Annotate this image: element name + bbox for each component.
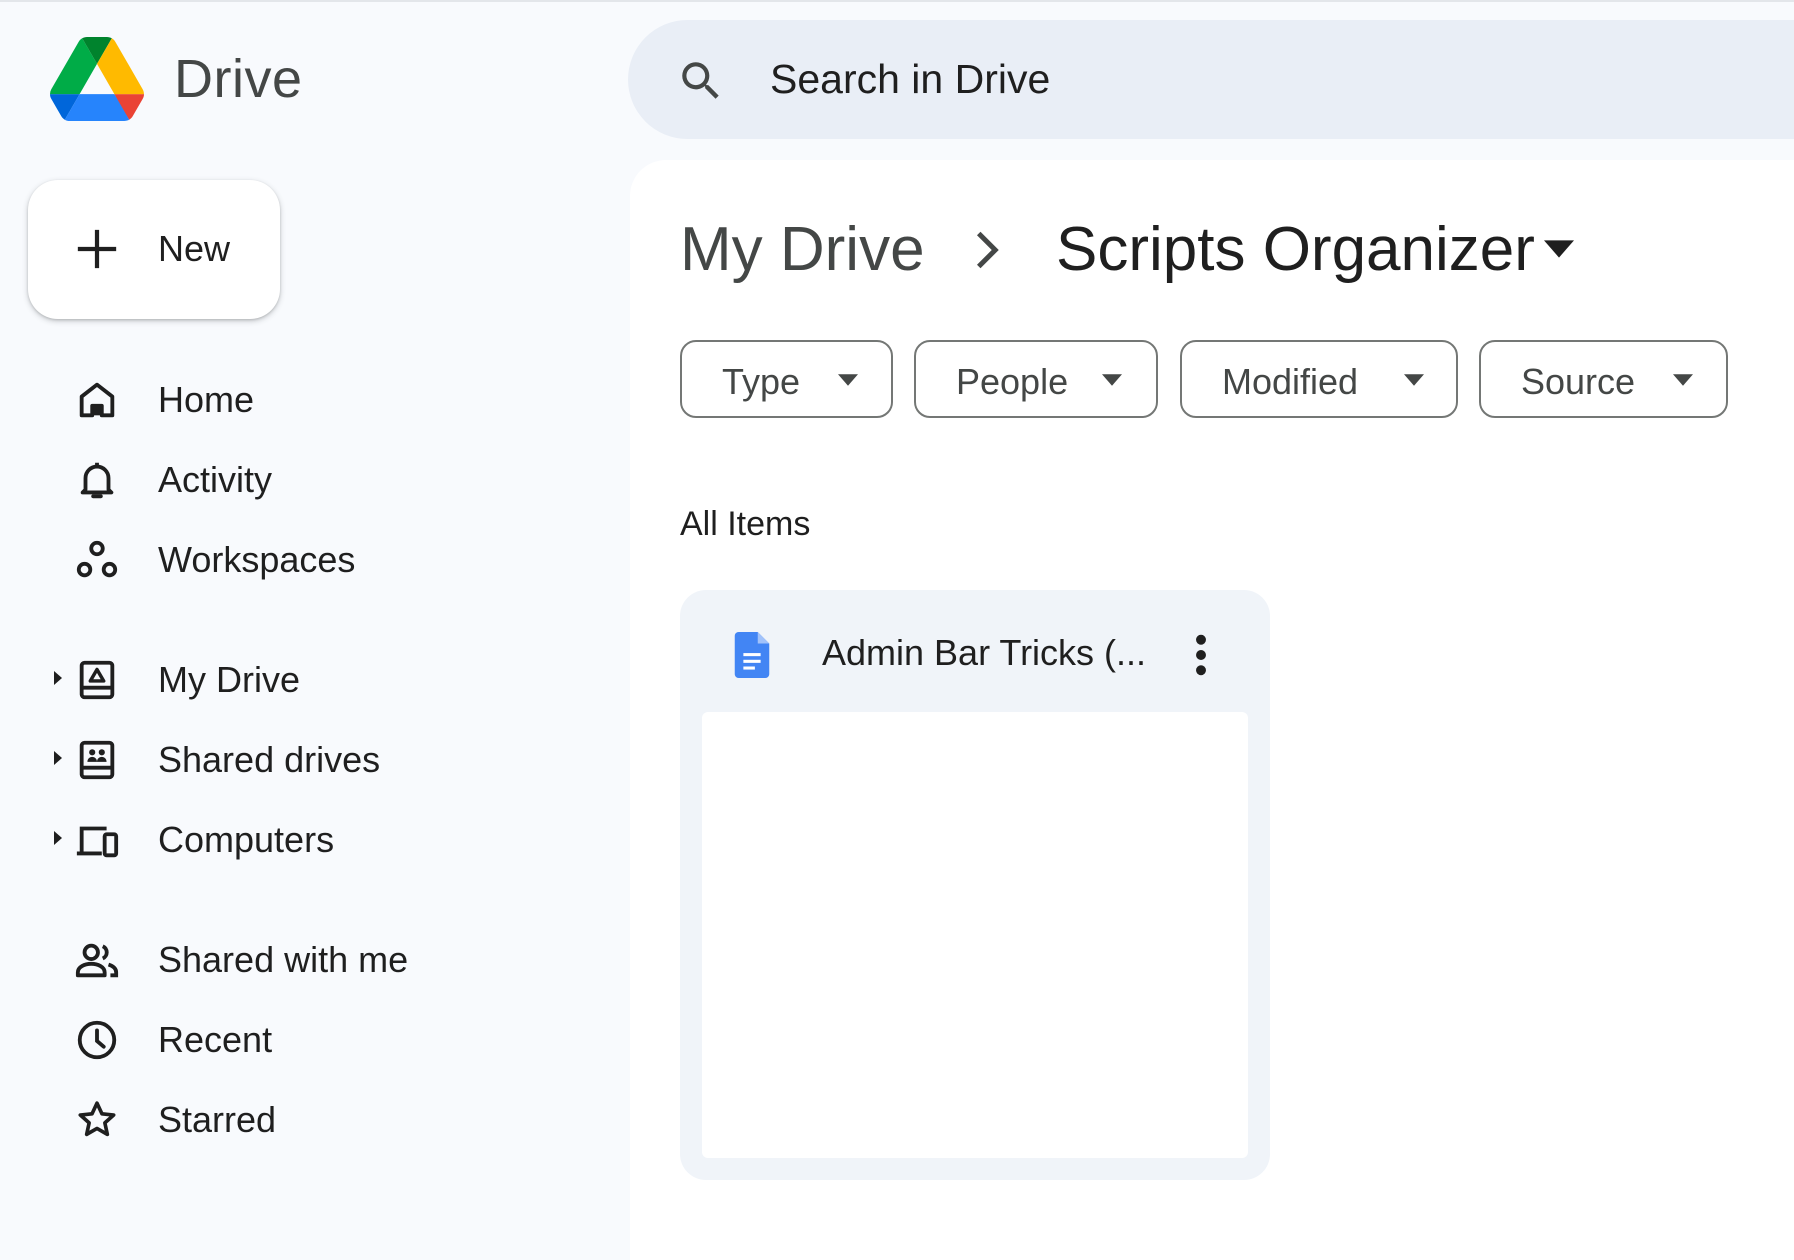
filter-label: People <box>956 361 1069 402</box>
sidebar-item-label: My Drive <box>158 659 300 700</box>
sidebar-item-home[interactable]: Home <box>0 362 590 436</box>
sidebar-item-label: Starred <box>158 1099 277 1140</box>
clock-icon <box>77 1020 117 1060</box>
sidebar-item-shared-with-me[interactable]: Shared with me <box>0 922 590 996</box>
sidebar-item-computers[interactable]: Computers <box>0 802 590 876</box>
search-input[interactable]: Search in Drive <box>770 56 1050 103</box>
sidebar-item-activity[interactable]: Activity <box>0 442 590 516</box>
file-thumbnail[interactable] <box>702 712 1248 1158</box>
caret-down-icon <box>838 374 858 386</box>
filter-type-chip[interactable]: Type <box>680 340 893 418</box>
breadcrumb-root[interactable]: My Drive <box>680 214 925 285</box>
expand-arrow-icon[interactable] <box>48 748 68 768</box>
sidebar-item-label: Recent <box>158 1019 273 1060</box>
sidebar-item-label: Home <box>158 379 255 420</box>
workspaces-icon <box>76 540 118 578</box>
filter-label: Source <box>1521 361 1636 402</box>
plus-icon <box>77 229 117 269</box>
my-drive-icon <box>79 660 115 700</box>
breadcrumb-current[interactable]: Scripts Organizer <box>1056 214 1535 285</box>
expand-arrow-icon[interactable] <box>48 668 68 688</box>
sidebar-item-label: Workspaces <box>158 539 356 580</box>
filter-label: Modified <box>1222 361 1359 402</box>
app-name: Drive <box>174 49 303 109</box>
star-icon <box>78 1101 116 1137</box>
search-bar[interactable]: Search in Drive <box>628 20 1794 139</box>
caret-down-icon <box>1102 374 1122 386</box>
filter-source-chip[interactable]: Source <box>1479 340 1728 418</box>
file-card[interactable]: Admin Bar Tricks (... <box>680 590 1270 1180</box>
computers-icon <box>76 826 119 858</box>
search-icon[interactable] <box>676 56 726 106</box>
sidebar-item-label: Activity <box>158 459 273 500</box>
top-border <box>0 0 1794 2</box>
drive-logo-icon <box>50 37 144 121</box>
sidebar-item-starred[interactable]: Starred <box>0 1082 590 1156</box>
new-button[interactable]: New <box>28 180 280 319</box>
chevron-right-icon <box>976 231 999 269</box>
sidebar-item-recent[interactable]: Recent <box>0 1002 590 1076</box>
section-title: All Items <box>680 505 811 543</box>
caret-down-icon <box>1404 374 1424 386</box>
filter-modified-chip[interactable]: Modified <box>1180 340 1458 418</box>
sidebar-item-label: Shared drives <box>158 739 381 780</box>
sidebar-item-label: Computers <box>158 819 335 860</box>
more-options-icon[interactable] <box>1194 634 1208 676</box>
sidebar-item-label: Shared with me <box>158 939 409 980</box>
sidebar-item-shared-drives[interactable]: Shared drives <box>0 722 590 796</box>
filter-label: Type <box>722 361 801 402</box>
new-button-label: New <box>158 228 231 269</box>
caret-down-icon[interactable] <box>1544 238 1574 260</box>
shared-drives-icon <box>79 740 115 780</box>
sidebar-item-workspaces[interactable]: Workspaces <box>0 522 590 596</box>
home-icon <box>79 382 115 418</box>
sidebar-item-my-drive[interactable]: My Drive <box>0 642 590 716</box>
google-docs-icon <box>734 632 770 678</box>
bell-icon <box>80 462 114 499</box>
caret-down-icon <box>1673 374 1693 386</box>
file-name[interactable]: Admin Bar Tricks (... <box>822 632 1146 674</box>
drive-logo[interactable]: Drive <box>50 36 303 122</box>
expand-arrow-icon[interactable] <box>48 828 68 848</box>
people-icon <box>75 943 119 978</box>
filter-people-chip[interactable]: People <box>914 340 1158 418</box>
